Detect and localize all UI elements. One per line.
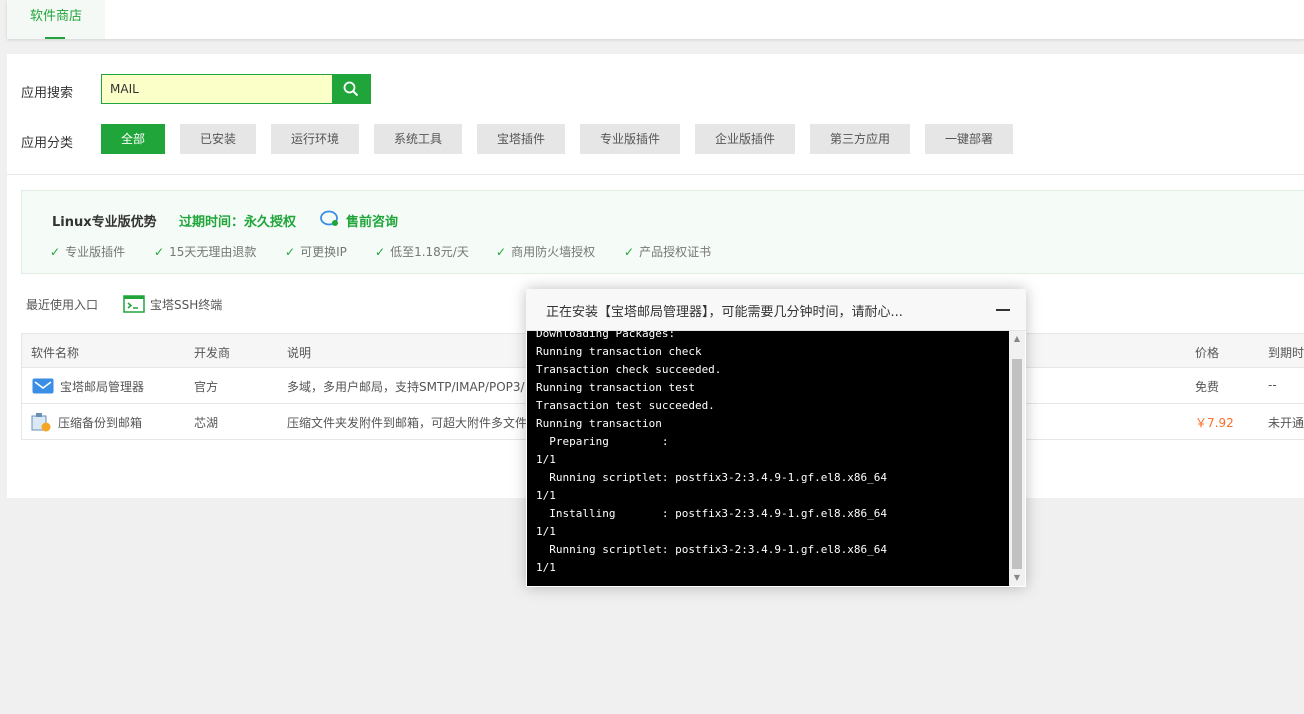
category-label: 应用分类 — [21, 136, 74, 151]
check-icon: ✓ — [285, 245, 296, 259]
search-input[interactable] — [101, 74, 333, 104]
check-icon: ✓ — [496, 245, 507, 259]
check-icon: ✓ — [624, 245, 635, 259]
row-name: 压缩备份到邮箱 — [58, 416, 143, 430]
search-button[interactable] — [332, 74, 371, 104]
category-enterprise-plugins[interactable]: 企业版插件 — [695, 124, 795, 154]
scroll-down-icon[interactable]: ▼ — [1009, 570, 1025, 586]
divider — [7, 174, 1304, 175]
promo-feature: ✓ 15天无理由退款 — [154, 245, 257, 259]
header-desc: 说明 — [287, 346, 312, 360]
category-third-party[interactable]: 第三方应用 — [810, 124, 910, 154]
search-label: 应用搜索 — [21, 86, 74, 101]
top-bar: 软件商店 — [7, 0, 1304, 39]
ssh-terminal-label: 宝塔SSH终端 — [150, 298, 223, 312]
search-icon — [343, 81, 359, 97]
check-icon: ✓ — [154, 245, 165, 259]
console-output: Downloading Packages: Running transactio… — [536, 331, 887, 574]
minimize-icon[interactable] — [996, 309, 1010, 311]
dialog-title-bar[interactable]: 正在安装【宝塔邮局管理器】，可能需要几分钟时间，请耐心... — [526, 289, 1026, 331]
terminal-icon — [123, 295, 145, 313]
row-price: ￥7.92 — [1195, 416, 1234, 430]
install-dialog: 正在安装【宝塔邮局管理器】，可能需要几分钟时间，请耐心... Downloadi… — [526, 289, 1026, 587]
header-expire: 到期时 — [1268, 346, 1304, 360]
row-expire: -- — [1268, 378, 1277, 392]
search-box — [101, 74, 371, 104]
mail-icon — [32, 378, 54, 394]
row-vendor: 芯湖 — [194, 416, 219, 430]
promo-feature: ✓ 专业版插件 — [50, 245, 126, 259]
chat-icon — [320, 210, 338, 226]
pro-promo-banner: Linux专业版优势 过期时间：永久授权 售前咨询 ✓ 专业版插件 ✓ 15天无理由… — [21, 190, 1304, 274]
recent-entry-label: 最近使用入口 — [26, 298, 99, 312]
category-installed[interactable]: 已安装 — [180, 124, 256, 154]
promo-feature: ✓ 产品授权证书 — [624, 245, 712, 259]
row-expire: 未开通 — [1268, 416, 1304, 430]
check-icon: ✓ — [50, 245, 61, 259]
category-all[interactable]: 全部 — [101, 124, 165, 154]
promo-feature: ✓ 可更换IP — [285, 245, 347, 259]
archive-mail-icon — [31, 413, 51, 432]
promo-expire: 过期时间：永久授权 — [179, 215, 297, 230]
category-one-click-deploy[interactable]: 一键部署 — [925, 124, 1013, 154]
category-bt-plugins[interactable]: 宝塔插件 — [477, 124, 565, 154]
category-pro-plugins[interactable]: 专业版插件 — [580, 124, 680, 154]
category-system-tools[interactable]: 系统工具 — [374, 124, 462, 154]
row-vendor: 官方 — [194, 380, 219, 394]
console-scrollbar[interactable]: ▲ ▼ — [1009, 331, 1025, 586]
dialog-title: 正在安装【宝塔邮局管理器】，可能需要几分钟时间，请耐心... — [546, 305, 903, 320]
row-desc: 压缩文件夹发附件到邮箱，可超大附件多文件 — [287, 416, 528, 430]
promo-title: Linux专业版优势 — [52, 215, 157, 230]
install-console: Downloading Packages: Running transactio… — [527, 331, 1009, 586]
row-name: 宝塔邮局管理器 — [60, 380, 145, 394]
header-name: 软件名称 — [31, 346, 80, 360]
row-price: 免费 — [1195, 380, 1220, 394]
header-price: 价格 — [1195, 346, 1220, 360]
presale-consult-label: 售前咨询 — [346, 215, 399, 230]
promo-feature: ✓ 低至1.18元/天 — [375, 245, 469, 259]
promo-feature: ✓ 商用防火墙授权 — [496, 245, 596, 259]
category-runtime[interactable]: 运行环境 — [271, 124, 359, 154]
header-vendor: 开发商 — [194, 346, 231, 360]
scroll-up-icon[interactable]: ▲ — [1009, 331, 1025, 347]
row-desc: 多域，多用户邮局，支持SMTP/IMAP/POP3/ — [287, 380, 525, 394]
check-icon: ✓ — [375, 245, 386, 259]
scroll-thumb[interactable] — [1012, 359, 1022, 569]
tab-software-store[interactable]: 软件商店 — [7, 0, 105, 39]
